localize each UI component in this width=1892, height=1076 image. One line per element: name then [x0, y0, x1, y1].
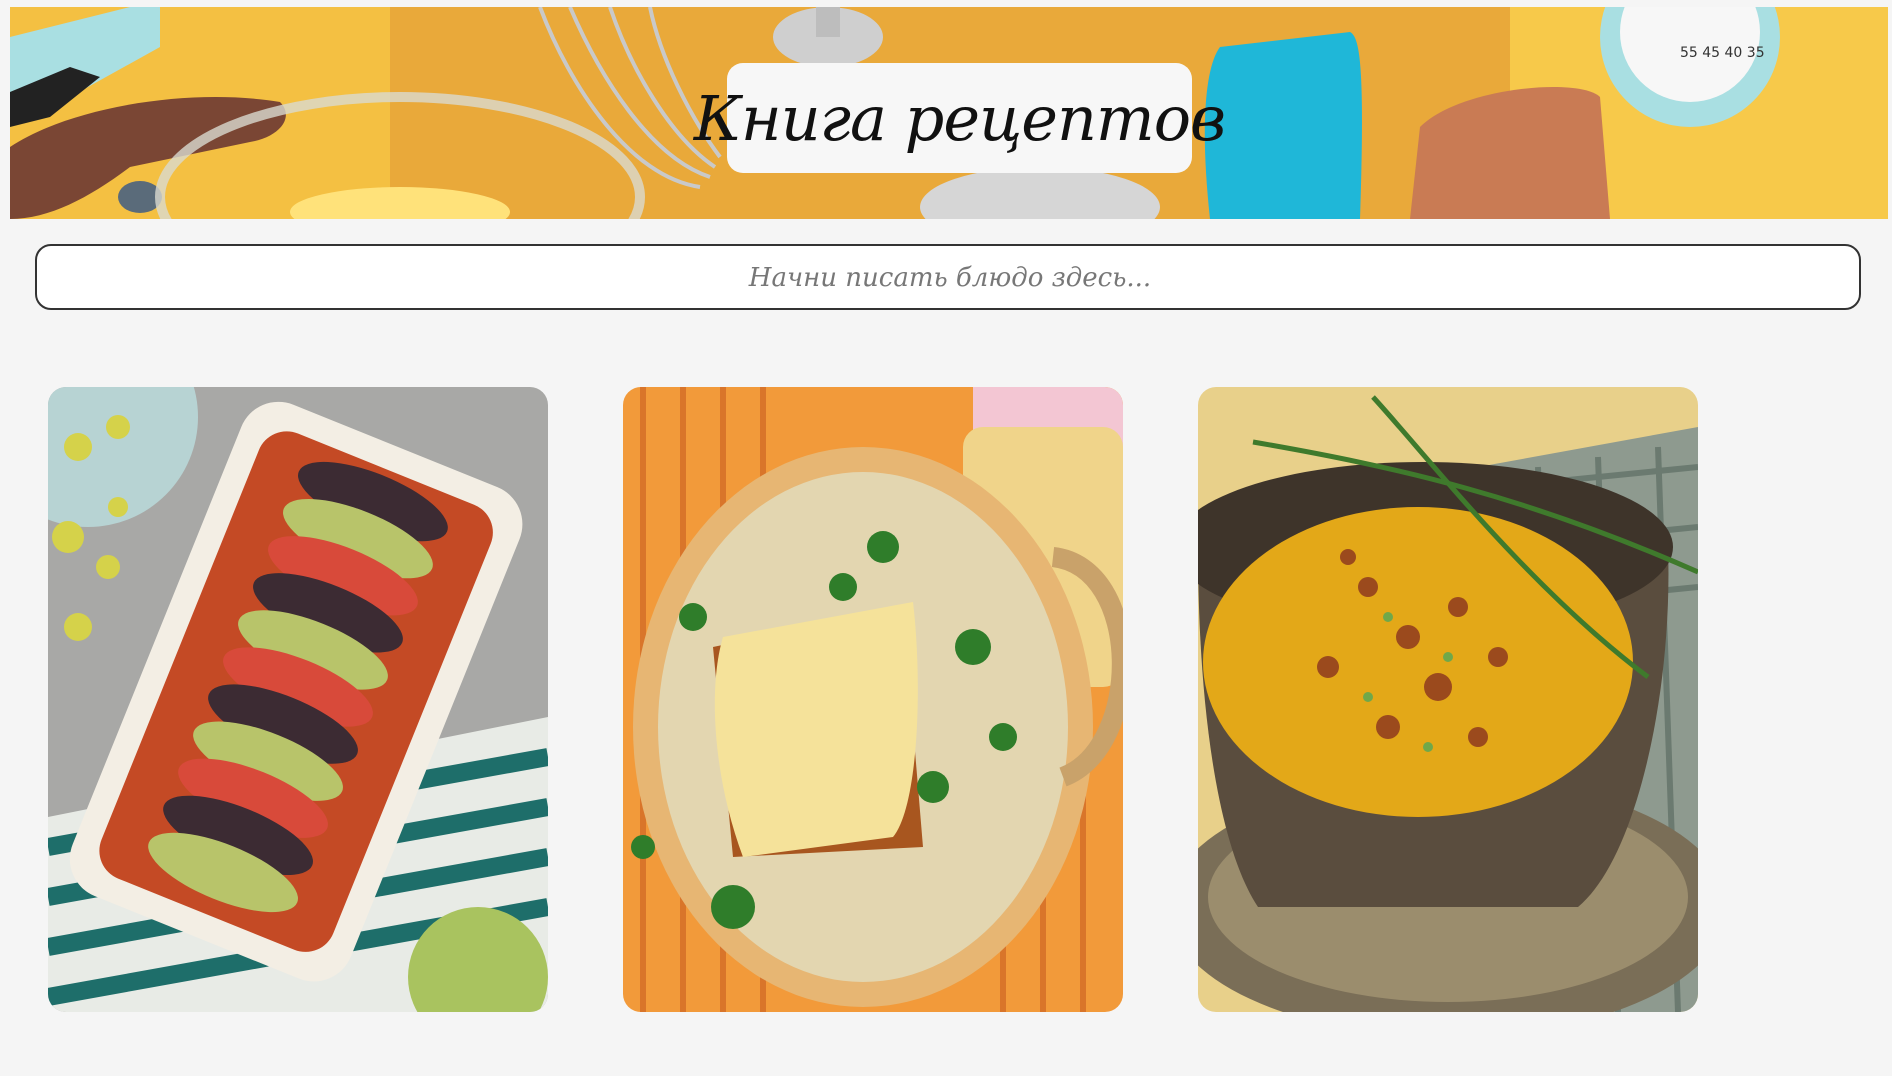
search-input[interactable]	[37, 246, 1863, 310]
recipe-card-cream-soup[interactable]	[1198, 387, 1698, 1012]
svg-text:55 45 40 35: 55 45 40 35	[1680, 45, 1765, 61]
search-bar	[35, 244, 1863, 310]
page-title: Книга рецептов	[693, 81, 1226, 155]
recipe-card-onion-soup[interactable]	[623, 387, 1123, 1012]
header-banner: 55 45 40 35 Книга рецептов	[10, 7, 1888, 219]
recipe-card-ratatouille[interactable]	[48, 387, 548, 1012]
cream-soup-photo-icon	[1198, 387, 1698, 1012]
onion-soup-photo-icon	[623, 387, 1123, 1012]
ratatouille-photo-icon	[48, 387, 548, 1012]
recipe-book-page: 55 45 40 35 Книга рецептов	[0, 0, 1892, 1076]
title-box: Книга рецептов	[694, 63, 1226, 173]
